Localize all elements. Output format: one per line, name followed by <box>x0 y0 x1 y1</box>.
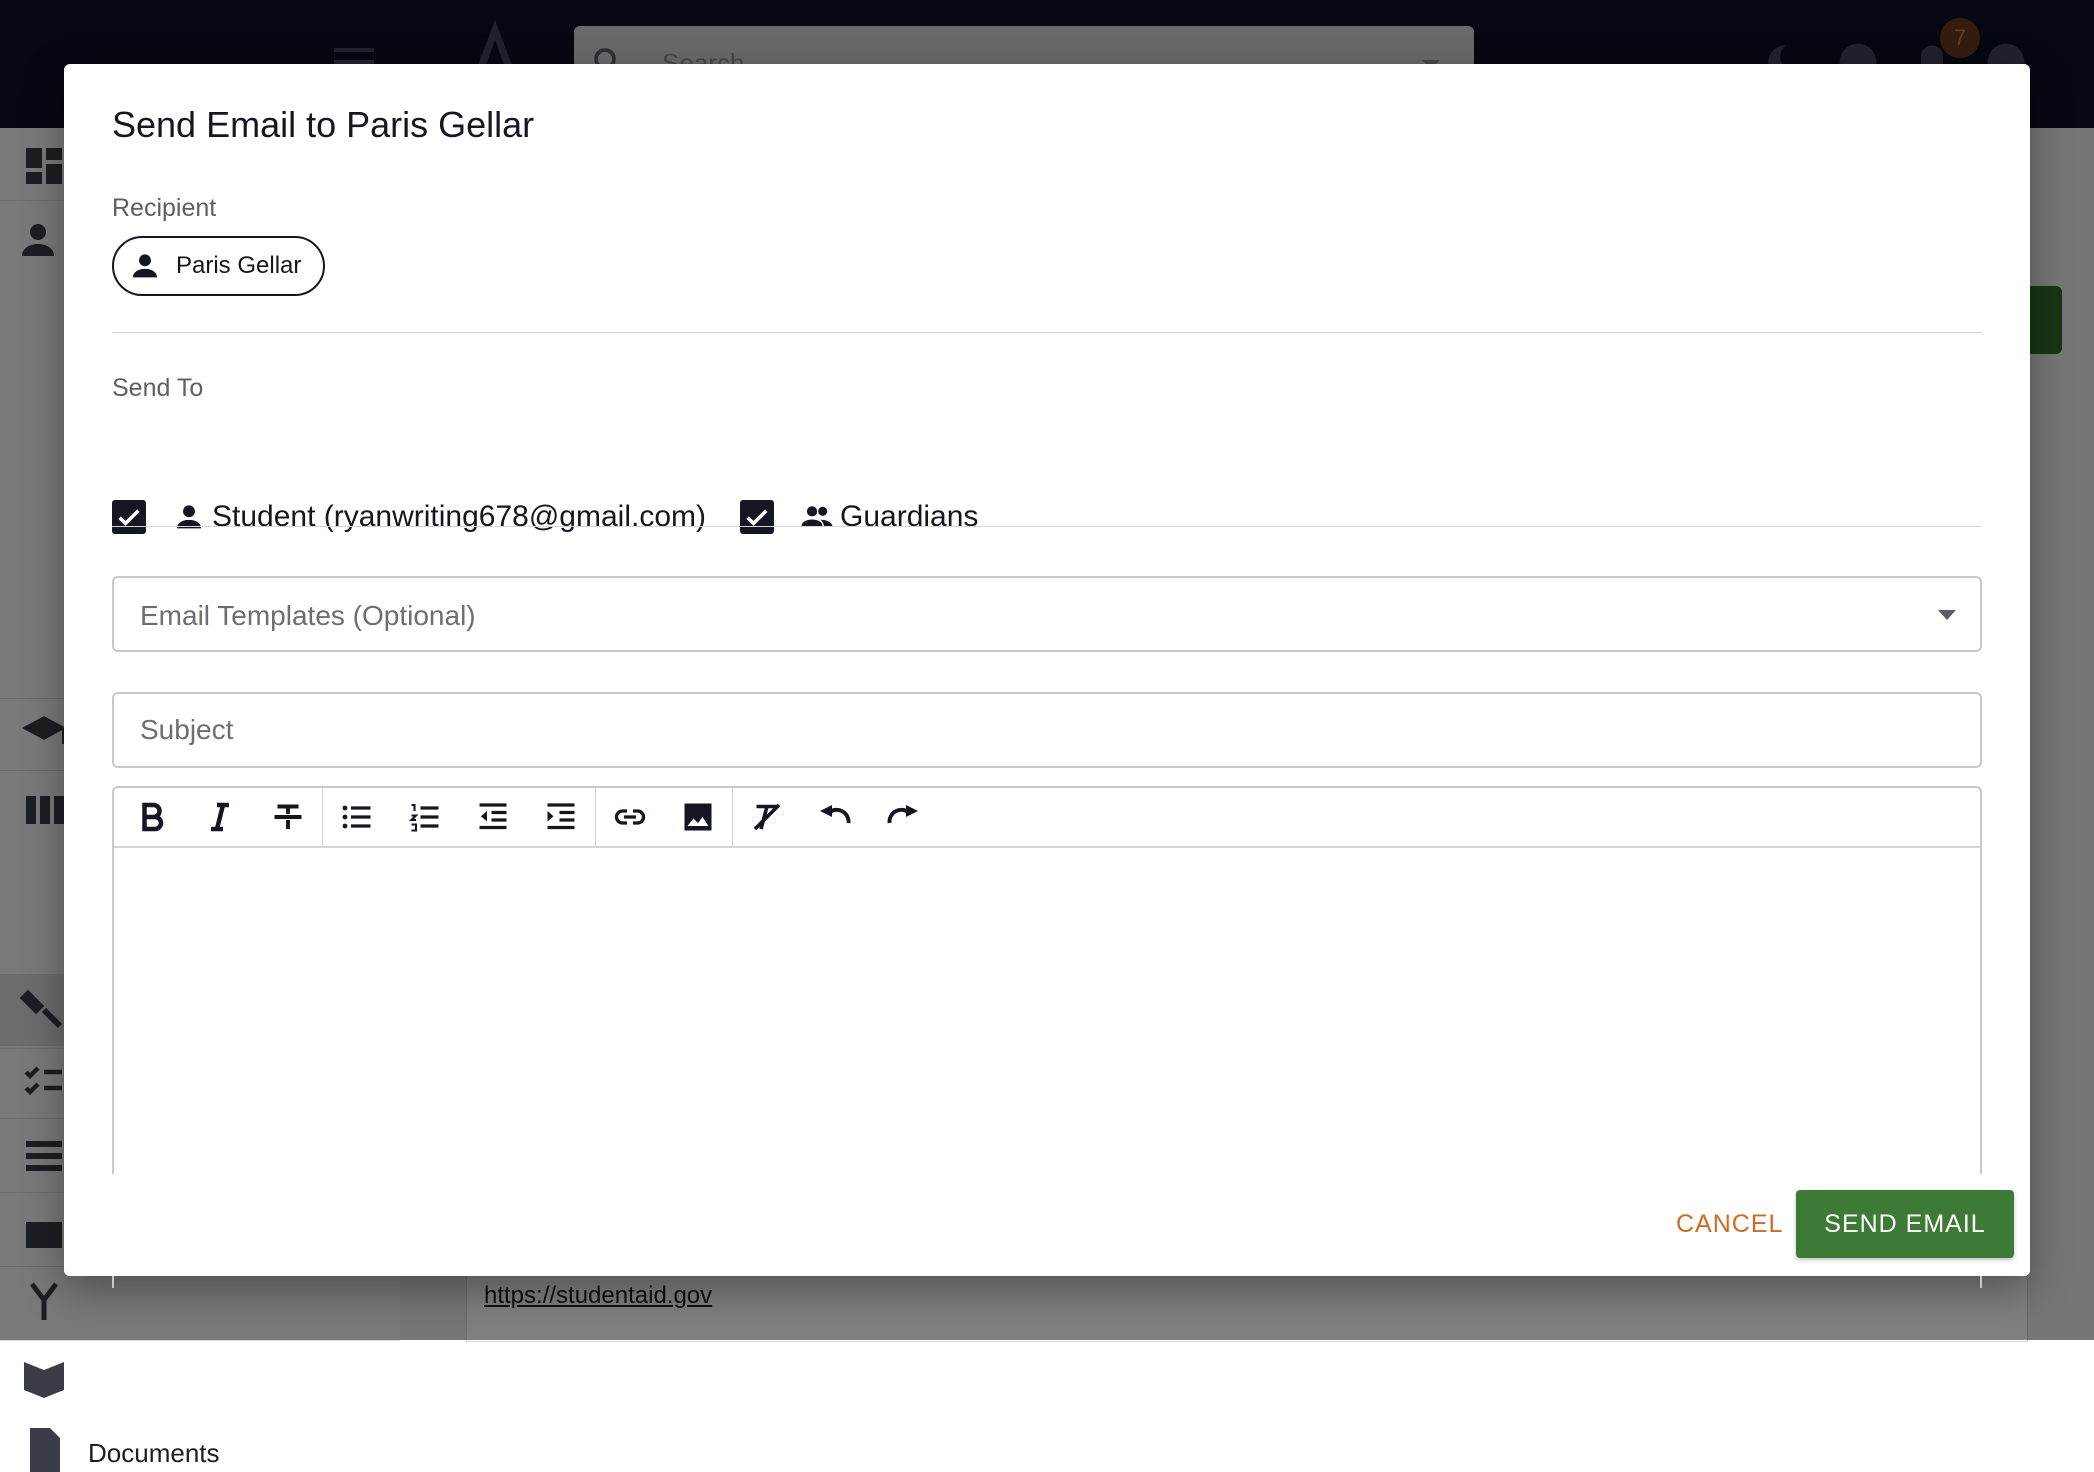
bullet-list-icon <box>342 805 371 829</box>
indent-button[interactable] <box>527 788 595 847</box>
clear-format-icon <box>753 803 781 831</box>
dropdown-arrow-icon <box>1938 610 1956 620</box>
section-divider <box>112 332 1982 333</box>
bold-button[interactable] <box>118 788 186 847</box>
email-template-placeholder: Email Templates (Optional) <box>140 600 476 631</box>
italic-icon <box>211 802 229 832</box>
editor-toolbar <box>114 788 1980 848</box>
numbered-list-icon <box>408 803 439 832</box>
send-to-label: Send To <box>112 374 204 402</box>
numbered-list-button[interactable] <box>391 788 459 847</box>
person-icon <box>132 254 158 278</box>
link-button[interactable] <box>596 788 664 847</box>
undo-button[interactable] <box>801 788 869 847</box>
student-option-label[interactable]: Student (ryanwriting678@gmail.com) <box>212 500 706 534</box>
italic-button[interactable] <box>186 788 254 847</box>
clear-format-button[interactable] <box>733 788 801 847</box>
guardians-checkbox[interactable] <box>740 500 774 534</box>
recipient-label: Recipient <box>112 194 217 222</box>
indent-icon <box>547 803 575 830</box>
outdent-icon <box>479 803 507 830</box>
group-icon <box>801 506 833 527</box>
guardians-option-label[interactable]: Guardians <box>840 500 978 534</box>
sidebar-item-documents[interactable]: Documents <box>88 1438 220 1469</box>
recipient-chip[interactable]: Paris Gellar <box>112 236 326 296</box>
undo-icon <box>820 805 851 824</box>
cancel-button[interactable]: CANCEL <box>1658 1190 1801 1258</box>
strikethrough-button[interactable] <box>254 788 322 847</box>
link-icon <box>614 809 646 825</box>
recipient-chip-label: Paris Gellar <box>176 252 302 279</box>
image-button[interactable] <box>664 788 732 847</box>
subject-field[interactable] <box>112 692 1982 768</box>
section-divider <box>112 526 1982 527</box>
send-email-dialog: Send Email to Paris Gellar Recipient Par… <box>64 64 2030 1288</box>
redo-button[interactable] <box>869 788 937 847</box>
bold-icon <box>142 802 164 832</box>
subject-input[interactable] <box>114 694 1980 766</box>
document-icon[interactable] <box>20 1424 68 1472</box>
send-to-options: Student (ryanwriting678@gmail.com) Guard… <box>112 500 978 534</box>
reading-icon[interactable] <box>20 1350 68 1398</box>
outdent-button[interactable] <box>459 788 527 847</box>
redo-icon <box>887 805 918 824</box>
dialog-title: Send Email to Paris Gellar <box>112 104 535 145</box>
bullet-list-button[interactable] <box>323 788 391 847</box>
person-icon <box>176 505 202 529</box>
strikethrough-icon <box>274 804 302 829</box>
student-checkbox[interactable] <box>112 500 146 534</box>
email-template-select[interactable]: Email Templates (Optional) <box>112 576 1982 652</box>
image-icon <box>684 803 712 831</box>
send-email-button[interactable]: SEND EMAIL <box>1796 1190 2014 1258</box>
